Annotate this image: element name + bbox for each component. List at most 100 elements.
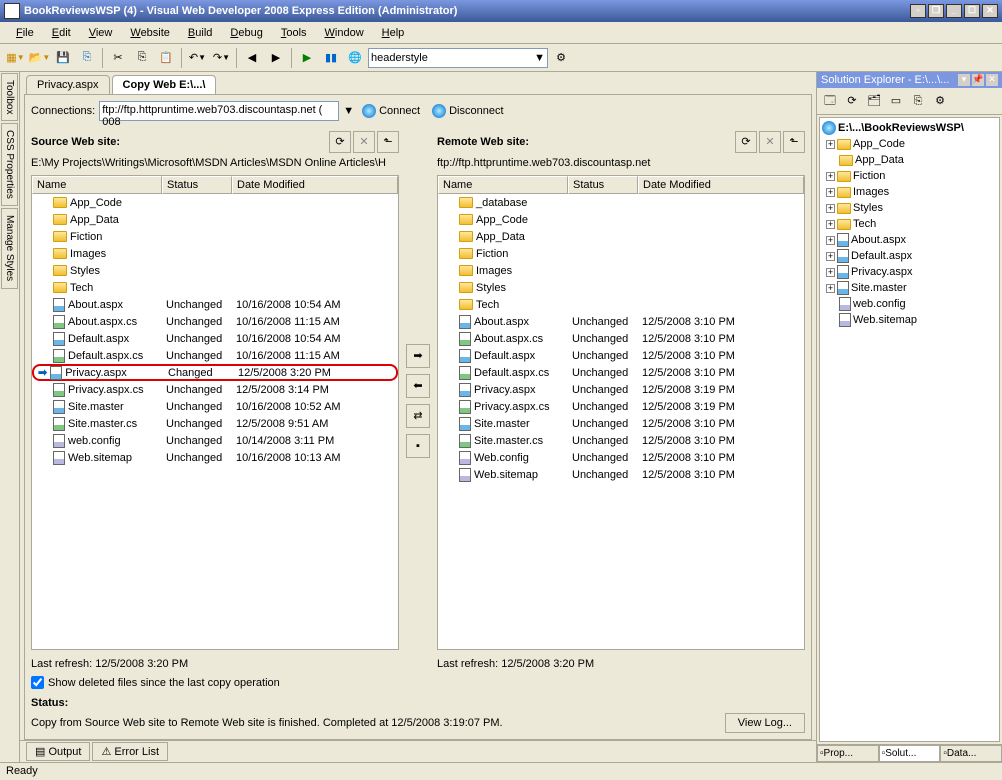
save-all-button[interactable]: ⎘ (76, 47, 98, 69)
refresh-remote-button[interactable]: ⟳ (735, 131, 757, 153)
stop-button[interactable]: ▮▮ (320, 47, 342, 69)
expand-icon[interactable]: + (826, 236, 835, 245)
browser-button[interactable]: 🌐 (344, 47, 366, 69)
menu-website[interactable]: Website (122, 25, 178, 41)
file-row[interactable]: _database (438, 194, 804, 211)
file-row[interactable]: Tech (32, 279, 398, 296)
file-row[interactable]: App_Data (32, 211, 398, 228)
up-source-button[interactable]: ⬑ (377, 131, 399, 153)
file-row[interactable]: About.aspx.csUnchanged12/5/2008 3:10 PM (438, 330, 804, 347)
expand-icon[interactable]: + (826, 220, 835, 229)
view-log-button[interactable]: View Log... (725, 713, 805, 733)
copy-left-button[interactable]: ⬅ (406, 374, 430, 398)
col-status[interactable]: Status (568, 176, 638, 194)
copy-button[interactable]: ⎘ (131, 47, 153, 69)
run-button[interactable]: ▶ (296, 47, 318, 69)
show-deleted-checkbox[interactable] (31, 676, 44, 689)
expand-icon[interactable]: + (826, 268, 835, 277)
expand-icon[interactable]: + (826, 140, 835, 149)
connect-button[interactable]: Connect (358, 102, 424, 120)
close-button[interactable]: ✕ (982, 4, 998, 18)
col-name[interactable]: Name (32, 176, 162, 194)
expand-icon[interactable]: + (826, 188, 835, 197)
file-row[interactable]: ➡Privacy.aspxChanged12/5/2008 3:20 PM (32, 364, 398, 381)
menu-window[interactable]: Window (317, 25, 372, 41)
panel-close-button[interactable]: ✕ (986, 74, 998, 86)
tree-node[interactable]: Web.sitemap (822, 312, 997, 328)
style-combo[interactable]: headerstyle▼ (368, 48, 548, 68)
open-button[interactable]: 📂▼ (28, 47, 50, 69)
restore-down-button[interactable]: ❐ (928, 4, 944, 18)
cut-button[interactable]: ✂ (107, 47, 129, 69)
bottom-tab-output[interactable]: ▤ Output (26, 742, 90, 761)
tree-root[interactable]: E:\...\BookReviewsWSP\ (822, 120, 997, 136)
nav-fwd-button[interactable]: ▶ (265, 47, 287, 69)
solution-tree[interactable]: E:\...\BookReviewsWSP\ +App_CodeApp_Data… (819, 117, 1000, 742)
redo-button[interactable]: ↷▼ (210, 47, 232, 69)
file-row[interactable]: About.aspx.csUnchanged10/16/2008 11:15 A… (32, 313, 398, 330)
nest-button[interactable]: 🗂 (864, 91, 884, 111)
menu-view[interactable]: View (81, 25, 121, 41)
file-row[interactable]: Privacy.aspx.csUnchanged12/5/2008 3:19 P… (438, 398, 804, 415)
style-apply-button[interactable]: ⚙ (550, 47, 572, 69)
properties-button[interactable]: 🗔 (820, 91, 840, 111)
tree-node[interactable]: +Styles (822, 200, 997, 216)
file-row[interactable]: Privacy.aspxUnchanged12/5/2008 3:19 PM (438, 381, 804, 398)
col-status[interactable]: Status (162, 176, 232, 194)
file-row[interactable]: App_Code (438, 211, 804, 228)
file-row[interactable]: Styles (32, 262, 398, 279)
file-row[interactable]: Site.masterUnchanged12/5/2008 3:10 PM (438, 415, 804, 432)
file-row[interactable]: web.configUnchanged10/14/2008 3:11 PM (32, 432, 398, 449)
expand-icon[interactable]: + (826, 252, 835, 261)
file-row[interactable]: Web.configUnchanged12/5/2008 3:10 PM (438, 449, 804, 466)
refresh-source-button[interactable]: ⟳ (329, 131, 351, 153)
dropdown-icon[interactable]: ▼ (343, 105, 354, 117)
file-row[interactable]: Styles (438, 279, 804, 296)
tree-node[interactable]: +Site.master (822, 280, 997, 296)
undo-button[interactable]: ↶▼ (186, 47, 208, 69)
file-row[interactable]: Tech (438, 296, 804, 313)
doc-tab[interactable]: Privacy.aspx (26, 75, 110, 94)
file-row[interactable]: Web.sitemapUnchanged10/16/2008 10:13 AM (32, 449, 398, 466)
tree-node[interactable]: +Default.aspx (822, 248, 997, 264)
file-row[interactable]: App_Code (32, 194, 398, 211)
file-row[interactable]: About.aspxUnchanged12/5/2008 3:10 PM (438, 313, 804, 330)
menu-help[interactable]: Help (374, 25, 413, 41)
copy-site-button[interactable]: ⎘ (908, 91, 928, 111)
file-row[interactable]: App_Data (438, 228, 804, 245)
tree-node[interactable]: App_Data (822, 152, 997, 168)
col-date[interactable]: Date Modified (232, 176, 398, 194)
menu-build[interactable]: Build (180, 25, 220, 41)
delete-remote-button[interactable]: ✕ (759, 131, 781, 153)
panel-pin-button[interactable]: 📌 (972, 74, 984, 86)
disconnect-button[interactable]: Disconnect (428, 102, 507, 120)
tree-node[interactable]: +Tech (822, 216, 997, 232)
file-row[interactable]: Default.aspx.csUnchanged12/5/2008 3:10 P… (438, 364, 804, 381)
file-row[interactable]: Privacy.aspx.csUnchanged12/5/2008 3:14 P… (32, 381, 398, 398)
file-row[interactable]: Site.master.csUnchanged12/5/2008 9:51 AM (32, 415, 398, 432)
minimize-button[interactable]: _ (946, 4, 962, 18)
bottom-tab-error-list[interactable]: ⚠ Error List (92, 742, 168, 761)
maximize-button[interactable]: ☐ (964, 4, 980, 18)
tree-node[interactable]: +Images (822, 184, 997, 200)
file-row[interactable]: Fiction (438, 245, 804, 262)
dock-manage-styles[interactable]: Manage Styles (1, 208, 18, 288)
file-row[interactable]: About.aspxUnchanged10/16/2008 10:54 AM (32, 296, 398, 313)
refresh-tree-button[interactable]: ⟳ (842, 91, 862, 111)
file-row[interactable]: Default.aspxUnchanged10/16/2008 10:54 AM (32, 330, 398, 347)
col-name[interactable]: Name (438, 176, 568, 194)
file-row[interactable]: Site.master.csUnchanged12/5/2008 3:10 PM (438, 432, 804, 449)
file-row[interactable]: Images (438, 262, 804, 279)
expand-icon[interactable]: + (826, 284, 835, 293)
panel-tab[interactable]: ▫Solut... (879, 745, 941, 762)
expand-icon[interactable]: + (826, 204, 835, 213)
menu-file[interactable]: File (8, 25, 42, 41)
col-date[interactable]: Date Modified (638, 176, 804, 194)
menu-tools[interactable]: Tools (273, 25, 315, 41)
nav-back-button[interactable]: ◀ (241, 47, 263, 69)
file-row[interactable]: Default.aspxUnchanged12/5/2008 3:10 PM (438, 347, 804, 364)
dock-css-properties[interactable]: CSS Properties (1, 123, 18, 206)
copy-right-button[interactable]: ➡ (406, 344, 430, 368)
menu-edit[interactable]: Edit (44, 25, 79, 41)
remote-grid[interactable]: Name Status Date Modified _databaseApp_C… (437, 175, 805, 650)
